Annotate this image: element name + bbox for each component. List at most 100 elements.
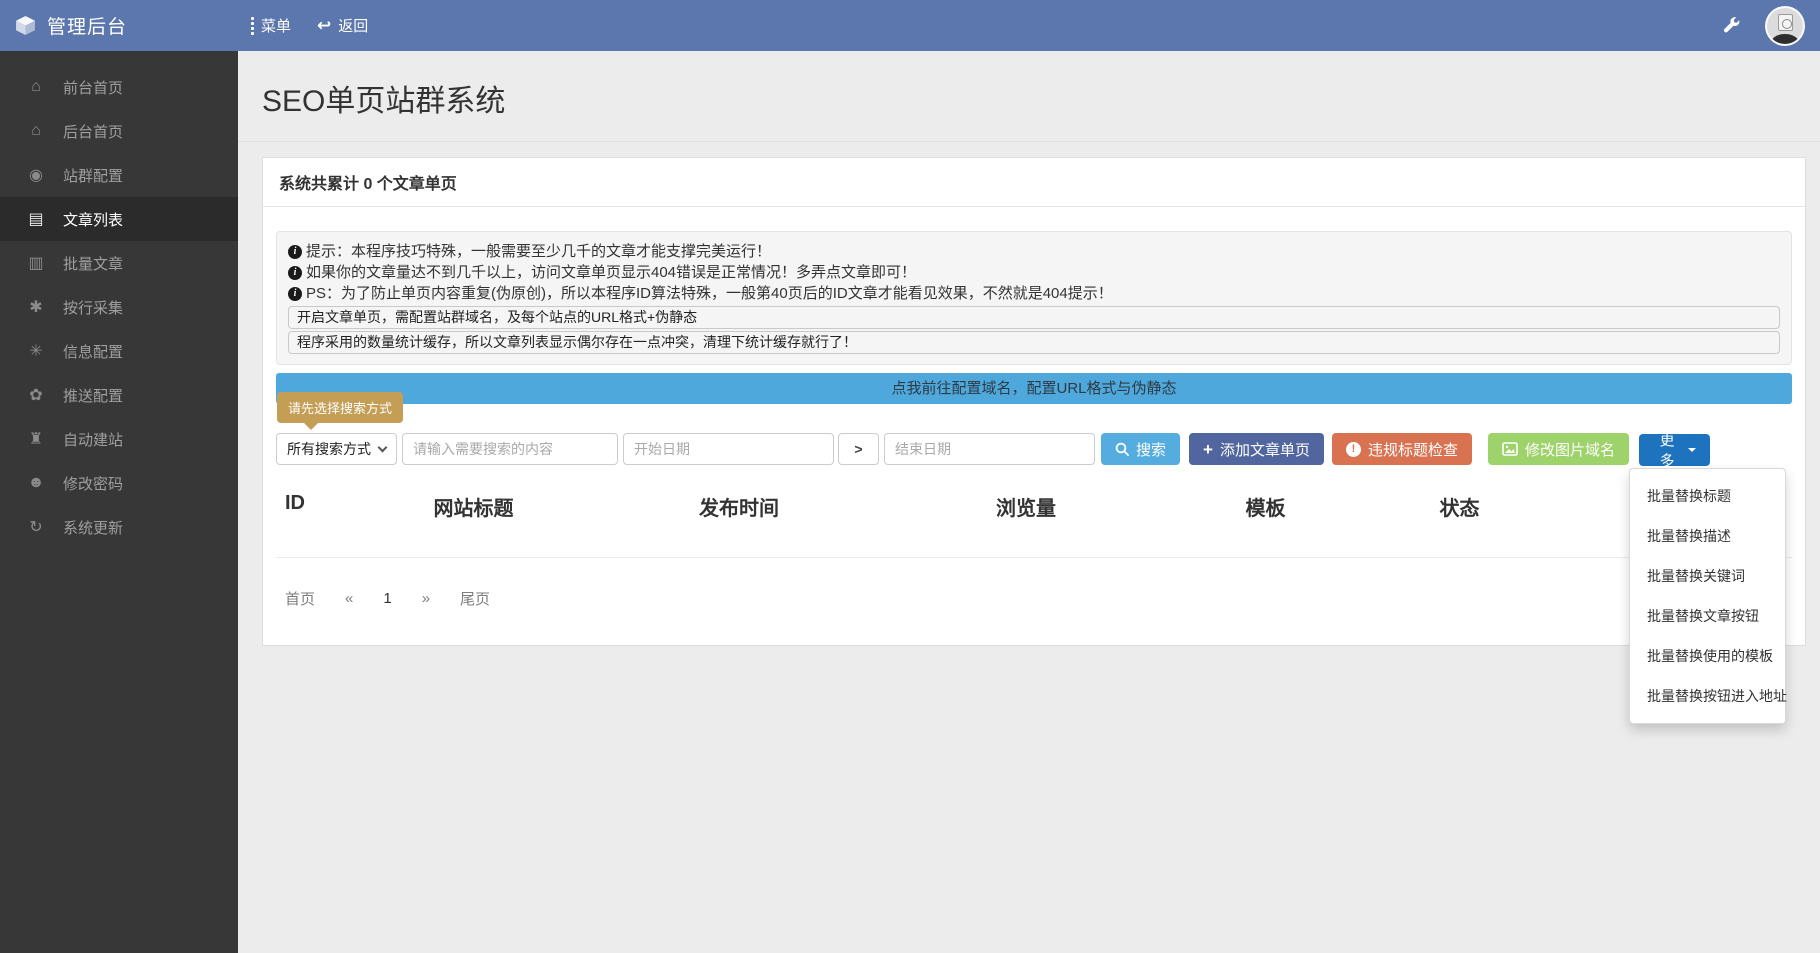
- info-icon: i: [288, 287, 302, 301]
- refresh-icon: ↻: [25, 517, 47, 537]
- sidebar: ⌂ 前台首页 ⌂ 后台首页 ◉ 站群配置 ▤ 文章列表 ▥ 批量文章 ✱ 按行采…: [0, 51, 238, 953]
- search-mode-select[interactable]: 所有搜索方式: [276, 433, 397, 465]
- sidebar-item-sites-config[interactable]: ◉ 站群配置: [0, 153, 238, 197]
- more-label: 更多: [1653, 429, 1681, 471]
- sidebar-item-label: 系统更新: [63, 517, 123, 538]
- column-header-status: 状态: [1370, 492, 1549, 521]
- page-title: SEO单页站群系统: [262, 76, 1820, 120]
- column-header-id: ID: [276, 492, 360, 521]
- panel-header: 系统共累计 0 个文章单页: [263, 158, 1805, 207]
- sidebar-item-front-home[interactable]: ⌂ 前台首页: [0, 65, 238, 109]
- menu-item-replace-article-button[interactable]: 批量替换文章按钮: [1630, 596, 1785, 636]
- menu-item-replace-description[interactable]: 批量替换描述: [1630, 516, 1785, 556]
- panel-body: i 提示：本程序技巧特殊，一般需要至少几千的文章才能支撑完美运行！ i 如果你的…: [263, 207, 1805, 645]
- table-header-row: ID 网站标题 发布时间 浏览量 模板 状态 操作: [276, 492, 1792, 558]
- article-panel: 系统共累计 0 个文章单页 i 提示：本程序技巧特殊，一般需要至少几千的文章才能…: [262, 157, 1806, 646]
- user-circle-icon: ☻: [25, 474, 47, 492]
- avatar[interactable]: [1765, 6, 1805, 46]
- sidebar-item-info-config[interactable]: ✳ 信息配置: [0, 329, 238, 373]
- plus-icon: +: [1203, 441, 1213, 458]
- column-header-site-title: 网站标题: [360, 492, 587, 521]
- sidebar-item-system-update[interactable]: ↻ 系统更新: [0, 505, 238, 549]
- menu-icon: [251, 17, 254, 35]
- menu-item-replace-title[interactable]: 批量替换标题: [1630, 476, 1785, 516]
- pagination-prev[interactable]: «: [345, 590, 353, 607]
- exclamation-icon: !: [1346, 442, 1361, 457]
- tip-line: i 如果你的文章量达不到几千以上，访问文章单页显示404错误是正常情况！多弄点文…: [288, 262, 1780, 283]
- date-range-arrow-button[interactable]: >: [838, 433, 879, 465]
- main-content: SEO单页站群系统 系统共累计 0 个文章单页 i 提示：本程序技巧特殊，一般需…: [238, 51, 1820, 953]
- sidebar-item-article-list[interactable]: ▤ 文章列表: [0, 197, 238, 241]
- add-article-button[interactable]: + 添加文章单页: [1189, 433, 1324, 465]
- tip-line: i PS：为了防止单页内容重复(伪原创)，所以本程序ID算法特殊，一般第40页后…: [288, 283, 1780, 304]
- wrench-icon[interactable]: [1723, 17, 1740, 34]
- menu-item-replace-template[interactable]: 批量替换使用的模板: [1630, 636, 1785, 676]
- page-title-block: SEO单页站群系统: [238, 51, 1820, 142]
- sidebar-item-batch-articles[interactable]: ▥ 批量文章: [0, 241, 238, 285]
- tip-text: 如果你的文章量达不到几千以上，访问文章单页显示404错误是正常情况！多弄点文章即…: [306, 262, 916, 283]
- sidebar-item-label: 批量文章: [63, 253, 123, 274]
- start-date-input[interactable]: [623, 433, 834, 465]
- add-article-label: 添加文章单页: [1220, 439, 1310, 460]
- book-icon: ▥: [25, 253, 47, 273]
- sidebar-item-label: 信息配置: [63, 341, 123, 362]
- check-titles-button[interactable]: ! 违规标题检查: [1332, 433, 1472, 465]
- column-header-publish-time: 发布时间: [587, 492, 891, 521]
- search-button[interactable]: 搜索: [1101, 433, 1180, 465]
- back-label: 返回: [338, 15, 368, 36]
- search-icon: [1115, 442, 1129, 456]
- paw-icon: ✿: [25, 385, 47, 405]
- sidebar-item-label: 文章列表: [63, 209, 123, 230]
- menu-toggle[interactable]: 菜单: [251, 15, 291, 36]
- tips-well: i 提示：本程序技巧特殊，一般需要至少几千的文章才能支撑完美运行！ i 如果你的…: [276, 231, 1792, 365]
- cog-icon: ✳: [25, 341, 47, 361]
- sidebar-item-label: 推送配置: [63, 385, 123, 406]
- more-button[interactable]: 更多: [1639, 434, 1710, 466]
- chevron-down-icon: [378, 443, 388, 453]
- sidebar-item-push-config[interactable]: ✿ 推送配置: [0, 373, 238, 417]
- search-mode-value: 所有搜索方式: [287, 439, 371, 459]
- home-icon: ⌂: [25, 122, 47, 140]
- search-mode-tooltip: 请先选择搜索方式: [277, 392, 403, 423]
- sidebar-item-label: 按行采集: [63, 297, 123, 318]
- info-icon: i: [288, 266, 302, 280]
- app-title: 管理后台: [47, 12, 127, 39]
- cube-icon: [15, 15, 36, 36]
- sidebar-item-label: 自动建站: [63, 429, 123, 450]
- menu-item-replace-keywords[interactable]: 批量替换关键词: [1630, 556, 1785, 596]
- list-icon: ▤: [25, 209, 47, 229]
- app-brand[interactable]: 管理后台: [0, 12, 238, 39]
- sidebar-item-label: 前台首页: [63, 77, 123, 98]
- end-date-input[interactable]: [884, 433, 1095, 465]
- asterisk-icon: ✱: [25, 297, 47, 317]
- sidebar-item-label: 修改密码: [63, 473, 123, 494]
- more-dropdown-menu: 批量替换标题 批量替换描述 批量替换关键词 批量替换文章按钮 批量替换使用的模板…: [1629, 468, 1786, 724]
- pagination-first[interactable]: 首页: [285, 588, 315, 609]
- top-navbar: 管理后台 菜单 ↩ 返回: [0, 0, 1820, 51]
- change-image-domain-label: 修改图片域名: [1525, 439, 1615, 460]
- home-icon: ⌂: [25, 78, 47, 96]
- bank-icon: ♜: [25, 429, 47, 449]
- sidebar-item-auto-build[interactable]: ♜ 自动建站: [0, 417, 238, 461]
- search-input[interactable]: [402, 433, 618, 465]
- back-arrow-icon: ↩: [317, 17, 331, 34]
- sidebar-item-label: 站群配置: [63, 165, 123, 186]
- tip-box: 开启文章单页，需配置站群域名，及每个站点的URL格式+伪静态: [288, 306, 1780, 329]
- config-domain-banner[interactable]: 点我前往配置域名，配置URL格式与伪静态: [276, 373, 1792, 404]
- change-image-domain-button[interactable]: 修改图片域名: [1488, 433, 1629, 465]
- sidebar-item-admin-home[interactable]: ⌂ 后台首页: [0, 109, 238, 153]
- sidebar-item-line-collect[interactable]: ✱ 按行采集: [0, 285, 238, 329]
- tip-box: 程序采用的数量统计缓存，所以文章列表显示偶尔存在一点冲突，清理下统计缓存就行了！: [288, 331, 1780, 354]
- tip-text: PS：为了防止单页内容重复(伪原创)，所以本程序ID算法特殊，一般第40页后的I…: [306, 283, 1113, 304]
- sidebar-item-change-password[interactable]: ☻ 修改密码: [0, 461, 238, 505]
- search-button-label: 搜索: [1136, 439, 1166, 460]
- tip-text: 提示：本程序技巧特殊，一般需要至少几千的文章才能支撑完美运行！: [306, 241, 771, 262]
- menu-item-replace-button-url[interactable]: 批量替换按钮进入地址: [1630, 676, 1785, 716]
- pagination-last[interactable]: 尾页: [460, 588, 490, 609]
- sidebar-item-label: 后台首页: [63, 121, 123, 142]
- back-button[interactable]: ↩ 返回: [317, 15, 368, 36]
- pagination-next[interactable]: »: [422, 590, 430, 607]
- pagination-current-page: 1: [383, 590, 391, 607]
- info-icon: i: [288, 245, 302, 259]
- menu-label: 菜单: [261, 15, 291, 36]
